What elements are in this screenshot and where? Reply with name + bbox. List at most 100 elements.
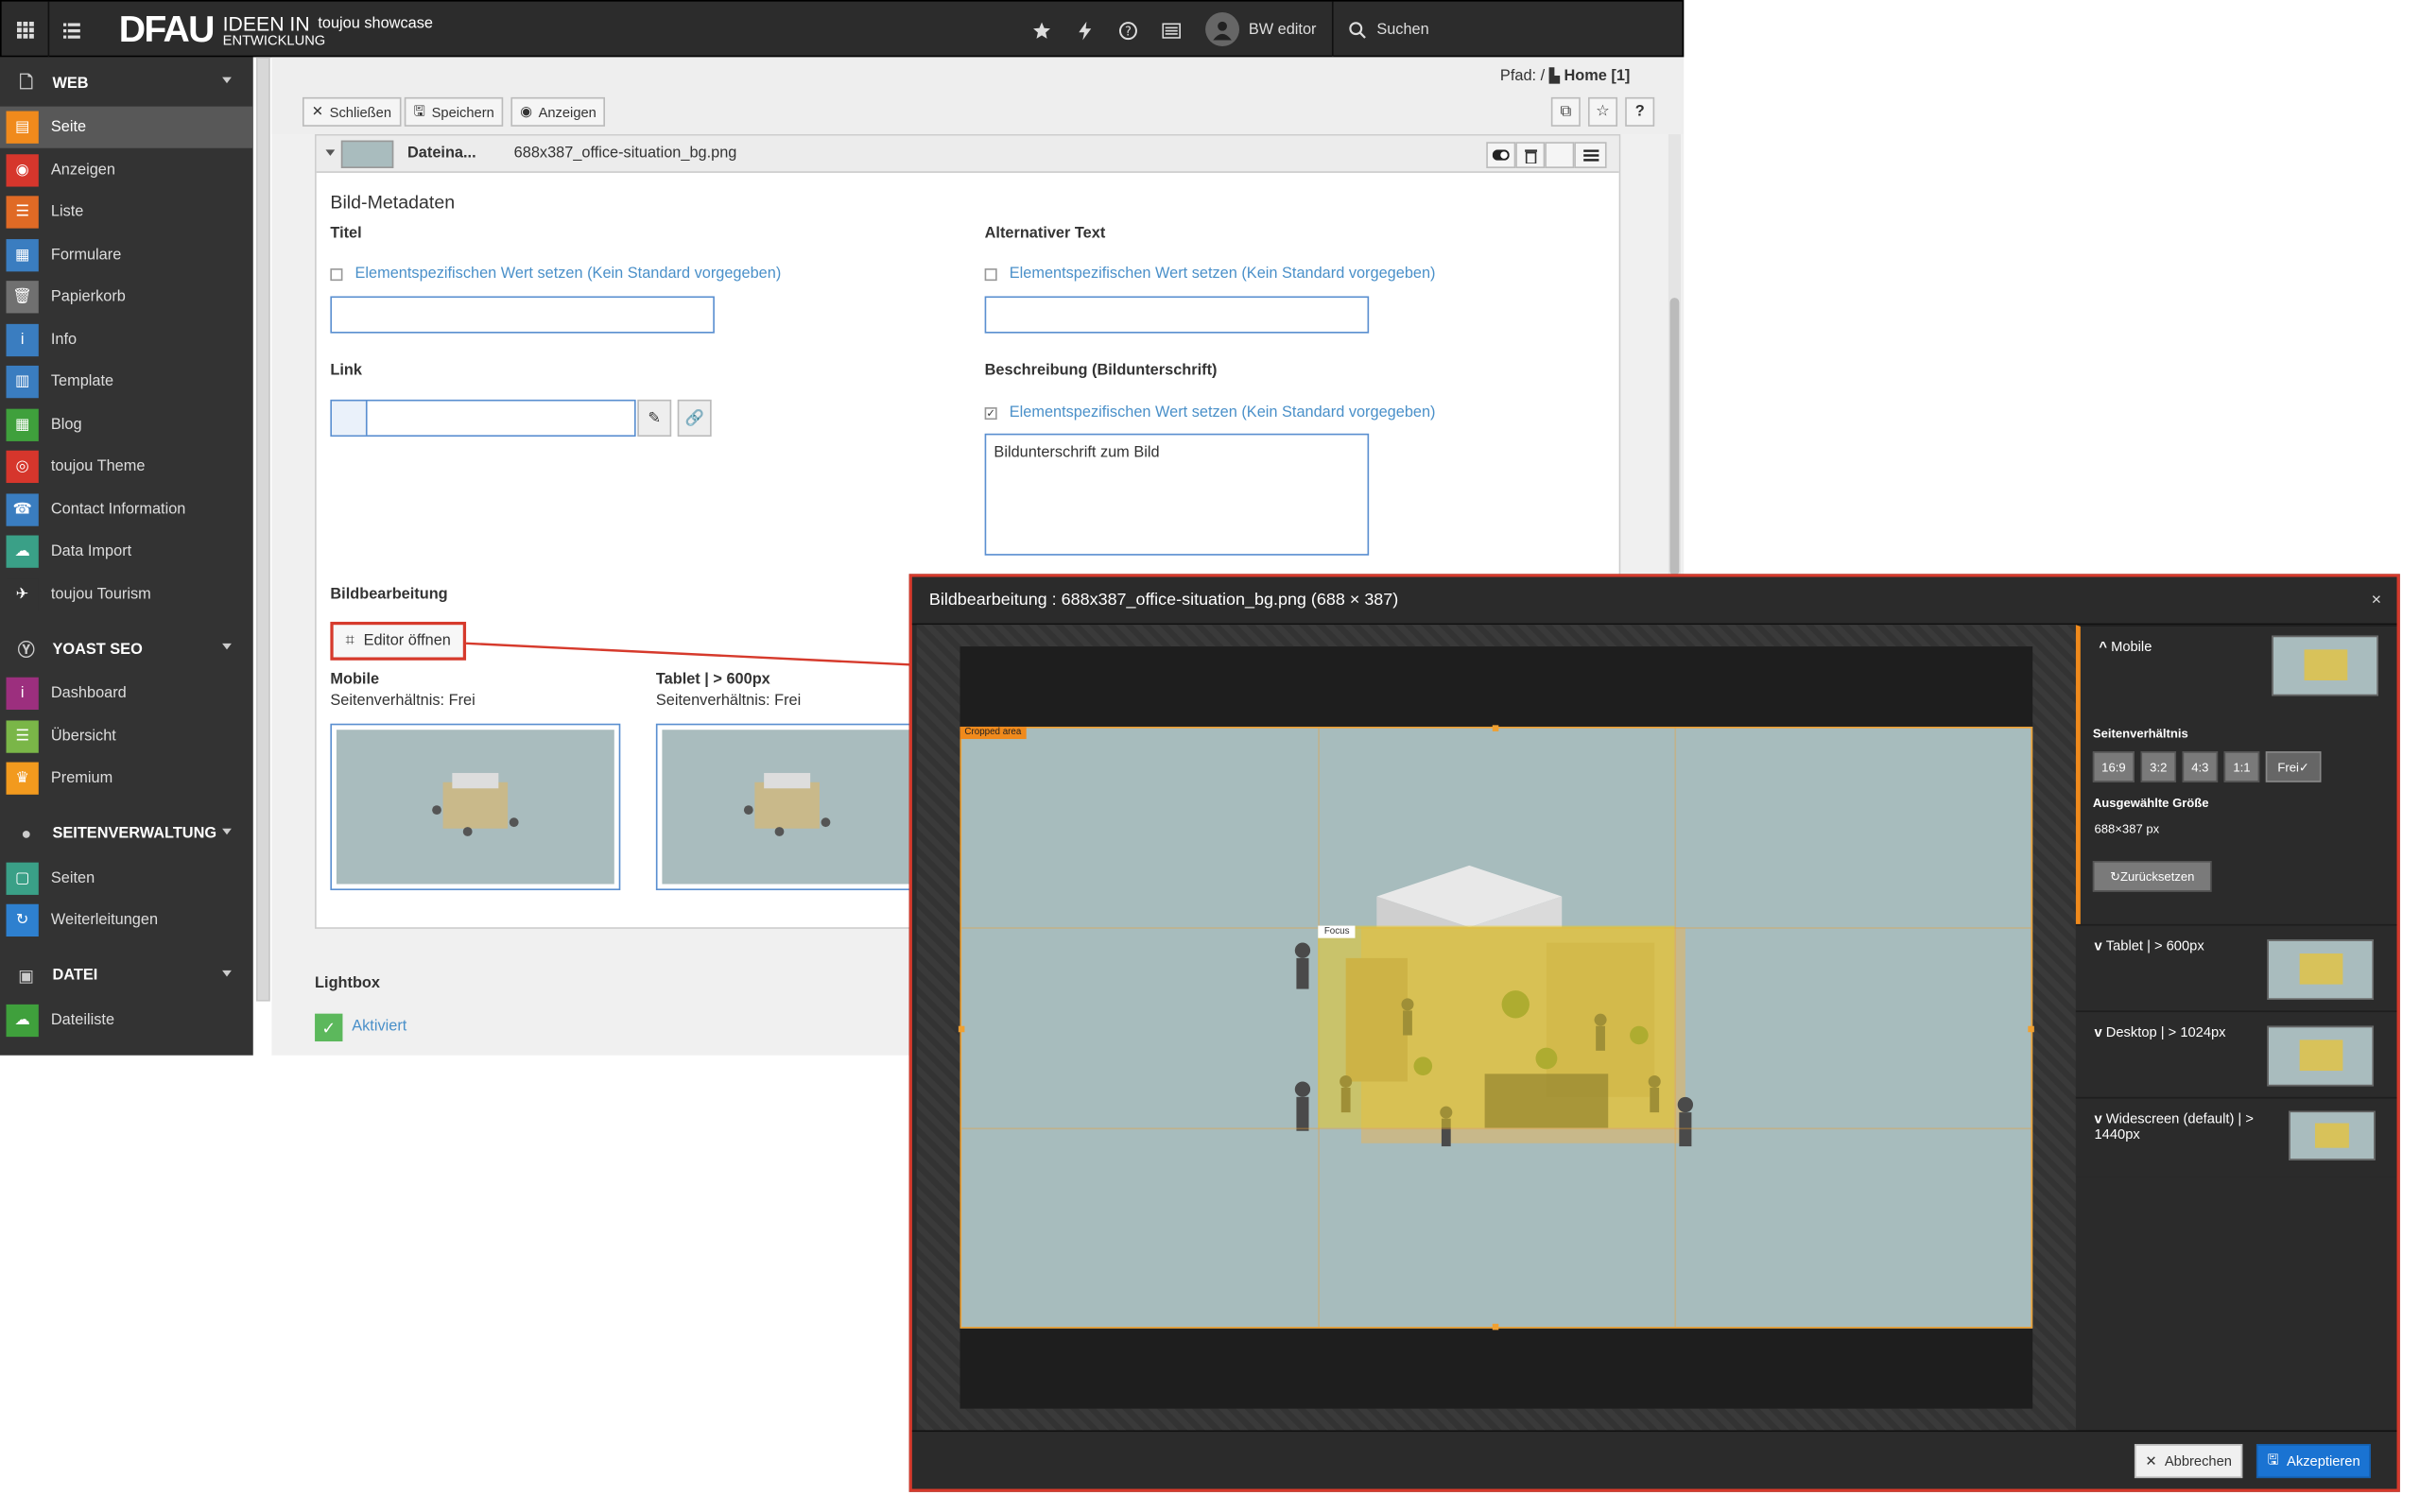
focus-area[interactable] <box>1318 925 1675 1128</box>
collapse-caret-icon[interactable] <box>325 149 336 156</box>
menu-item-label: Premium <box>50 769 113 787</box>
section-icon: Ⓨ <box>17 642 35 661</box>
help-icon[interactable]: ? <box>1105 2 1151 59</box>
menu-item-premium[interactable]: ♛ Premium <box>0 758 253 799</box>
variant-section-mobile[interactable]: ^ Mobile Seitenverhältnis 16:9 3:2 4:3 1… <box>2075 625 2397 924</box>
file-reference-header[interactable]: Dateina... 688x387_office-situation_bg.p… <box>316 135 1619 173</box>
delete-button[interactable] <box>1515 142 1546 168</box>
alt-override-checkbox[interactable]: Elementspezifischen Wert setzen (Kein St… <box>984 266 1436 283</box>
reset-button[interactable]: ↻ Zurücksetzen <box>2092 861 2212 892</box>
modal-close-button[interactable]: × <box>2372 591 2382 610</box>
menu-item-liste[interactable]: ☰ Liste <box>0 191 253 232</box>
open-new-window-button[interactable]: ⧉ <box>1550 96 1581 127</box>
variant-title-desktop[interactable]: v Desktop | > 1024px <box>2095 1024 2226 1040</box>
metadata-title: Bild-Metadaten <box>330 191 456 214</box>
star-outline-icon: ☆ <box>1596 103 1610 121</box>
alt-text-input[interactable] <box>984 296 1370 334</box>
close-button[interactable]: ✕ Schließen <box>302 96 401 127</box>
page-tree-scrollbar[interactable] <box>256 57 270 1002</box>
menu-section-web[interactable]: 🗋 WEB <box>0 61 253 105</box>
module-grid-icon[interactable] <box>2 2 48 59</box>
page-icon: ▙ <box>1548 67 1560 84</box>
section-title: DATEI <box>52 967 98 985</box>
link-wizard-button[interactable]: ✎ <box>637 399 672 438</box>
title-override-checkbox[interactable]: Elementspezifischen Wert setzen (Kein St… <box>330 266 781 283</box>
toggle-visibility-button[interactable] <box>1486 142 1516 168</box>
title-override-label: Elementspezifischen Wert setzen (Kein St… <box>354 265 782 283</box>
variant-mobile-thumbnail[interactable] <box>330 723 621 891</box>
menu-item-toujou-theme[interactable]: ◎ toujou Theme <box>0 446 253 488</box>
desc-override-label: Elementspezifischen Wert setzen (Kein St… <box>1009 404 1436 421</box>
menu-item-dashboard[interactable]: i Dashboard <box>0 673 253 714</box>
variant-title-tablet[interactable]: v Tablet | > 600px <box>2095 938 2204 954</box>
crop-handle-top[interactable] <box>1492 725 1499 731</box>
empty-action-button[interactable] <box>1545 142 1575 168</box>
menu-item-anzeigen[interactable]: ◉ Anzeigen <box>0 149 253 191</box>
crop-handle-bottom[interactable] <box>1492 1323 1499 1331</box>
cancel-button[interactable]: ✕ Abbrechen <box>2134 1444 2243 1479</box>
description-label: Beschreibung (Bildunterschrift) <box>984 362 1218 380</box>
lightbox-checkbox[interactable]: ✓ <box>315 1013 343 1042</box>
bookmark-button[interactable]: ☆ <box>1587 96 1618 127</box>
save-button[interactable]: 🖫 Speichern <box>404 96 504 127</box>
open-editor-button[interactable]: ⌗ Editor öffnen <box>330 621 467 661</box>
accept-button[interactable]: 🖫 Akzeptieren <box>2256 1444 2372 1479</box>
menu-item-toujou-tourism[interactable]: ✈ toujou Tourism <box>0 574 253 615</box>
menu-item-papierkorb[interactable]: 🗑 Papierkorb <box>0 276 253 318</box>
variant-title-widescreen[interactable]: v Widescreen (default) | > 1440px <box>2095 1111 2295 1143</box>
ratio-free-button[interactable]: Frei ✓ <box>2265 751 2322 782</box>
ratio-16-9-button[interactable]: 16:9 <box>2092 751 2135 782</box>
menu-item-seiten[interactable]: ▢ Seiten <box>0 857 253 899</box>
menu-item-label: Weiterleitungen <box>50 911 159 929</box>
ratio-4-3-button[interactable]: 4:3 <box>2182 751 2219 782</box>
menu-item-label: Seite <box>50 118 87 136</box>
form-scrollbar-thumb[interactable] <box>1669 298 1680 576</box>
page-tree-toggle-icon[interactable] <box>47 1 95 60</box>
menu-item-blog[interactable]: ▦ Blog <box>0 404 253 445</box>
variant-section-tablet[interactable]: v Tablet | > 600px <box>2075 923 2397 1011</box>
link-type-addon <box>332 401 368 436</box>
checkbox[interactable] <box>984 267 997 281</box>
system-info-icon[interactable] <box>1149 2 1195 59</box>
description-textarea[interactable]: Bildunterschrift zum Bild <box>984 433 1370 556</box>
view-button[interactable]: ◉ Anzeigen <box>510 96 606 127</box>
menu-section-yoast-seo[interactable]: Ⓨ YOAST SEO <box>0 627 253 671</box>
path-page[interactable]: Home [1] <box>1564 68 1631 85</box>
grid-line <box>961 1127 2031 1130</box>
variant-section-desktop[interactable]: v Desktop | > 1024px <box>2075 1010 2397 1097</box>
menu-item-seite[interactable]: ▤ Seite <box>0 106 253 148</box>
link-button[interactable]: 🔗 <box>677 399 712 438</box>
title-input[interactable] <box>330 296 715 334</box>
menu-item-dateiliste[interactable]: ☁ Dateiliste <box>0 999 253 1040</box>
menu-section-seitenverwaltung[interactable]: ● SEITENVERWALTUNG <box>0 813 253 856</box>
bookmarks-star-icon[interactable] <box>1019 2 1065 59</box>
menu-item-contact-information[interactable]: ☎ Contact Information <box>0 489 253 530</box>
variant-title-mobile[interactable]: ^ Mobile <box>2099 639 2152 654</box>
logo[interactable]: DFAU IDEEN IN ENTWICKLUNG <box>119 9 326 53</box>
flash-cache-icon[interactable] <box>1062 2 1108 59</box>
crop-handle-right[interactable] <box>2028 1025 2034 1033</box>
menu-item-übersicht[interactable]: ☰ Übersicht <box>0 715 253 757</box>
crop-handle-left[interactable] <box>958 1025 965 1033</box>
desc-override-checkbox[interactable]: ✓ Elementspezifischen Wert setzen (Kein S… <box>984 404 1436 421</box>
ratio-3-2-button[interactable]: 3:2 <box>2140 751 2177 782</box>
menu-item-weiterleitungen[interactable]: ↻ Weiterleitungen <box>0 900 253 941</box>
variant-tablet-thumbnail[interactable] <box>655 723 919 891</box>
section-icon: ● <box>21 824 32 844</box>
user-menu[interactable]: BW editor <box>1205 12 1316 46</box>
link-input[interactable] <box>330 399 636 438</box>
checkbox-checked[interactable]: ✓ <box>984 406 997 420</box>
checkbox[interactable] <box>330 267 343 281</box>
lightbox-value[interactable]: Aktiviert <box>352 1019 406 1036</box>
menu-item-template[interactable]: ▥ Template <box>0 361 253 403</box>
ratio-1-1-button[interactable]: 1:1 <box>2223 751 2260 782</box>
menu-item-data-import[interactable]: ☁ Data Import <box>0 531 253 573</box>
search-button[interactable]: Suchen <box>1331 1 1685 60</box>
drag-handle[interactable] <box>1574 142 1607 168</box>
menu-item-info[interactable]: i Info <box>0 318 253 360</box>
menu-item-formulare[interactable]: ▦ Formulare <box>0 233 253 275</box>
variant-section-widescreen[interactable]: v Widescreen (default) | > 1440px <box>2075 1096 2397 1177</box>
menu-section-datei[interactable]: ▣ DATEI <box>0 954 253 998</box>
file-thumbnail <box>340 140 394 168</box>
help-button[interactable]: ? <box>1625 96 1655 127</box>
